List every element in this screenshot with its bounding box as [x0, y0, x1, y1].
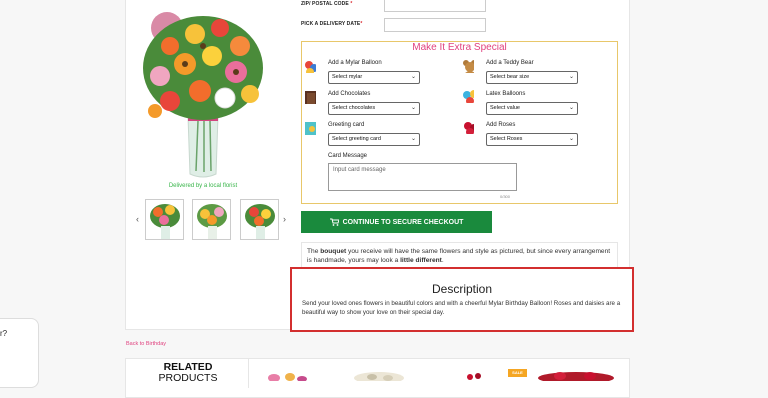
roses-icon — [464, 122, 474, 134]
chevron-down-icon: ⌄ — [568, 74, 574, 80]
mylar-label: Add a Mylar Balloon — [328, 60, 382, 66]
greeting-card-select[interactable]: Select greeting card ⌄ — [328, 133, 420, 146]
teddy-bear-label: Add a Teddy Bear — [486, 60, 534, 66]
card-message-input[interactable]: Input card message — [328, 163, 517, 191]
related-product-2-image[interactable] — [352, 368, 407, 381]
thumbnail-1[interactable] — [145, 199, 184, 240]
latex-balloons-select[interactable]: Select value ⌄ — [486, 102, 578, 115]
mylar-balloon-icon — [305, 61, 316, 73]
chevron-down-icon: ⌄ — [410, 105, 416, 111]
mylar-select[interactable]: Select mylar ⌄ — [328, 71, 420, 84]
delivery-date-input[interactable] — [384, 18, 486, 32]
chevron-down-icon: ⌄ — [568, 136, 574, 142]
card-message-counter: 0/300 — [500, 194, 511, 199]
related-product-1-image[interactable] — [262, 368, 312, 381]
zip-label: ZIP/ POSTAL CODE * — [301, 1, 353, 7]
local-florist-note: Delivered by a local florist — [168, 183, 238, 189]
sale-badge: SALE — [508, 369, 527, 377]
chat-widget-text: r? — [0, 329, 8, 338]
thumbnail-2[interactable] — [192, 199, 231, 240]
chocolates-icon — [305, 91, 316, 104]
chevron-down-icon: ⌄ — [410, 136, 416, 142]
latex-balloons-label: Latex Balloons — [486, 91, 526, 97]
card-message-label: Card Message — [328, 153, 368, 159]
related-divider — [248, 358, 249, 388]
extras-title: Make It Extra Special — [412, 42, 507, 53]
continue-checkout-button[interactable]: CONTINUE TO SECURE CHECKOUT — [301, 211, 492, 233]
chocolates-select[interactable]: Select chocolates ⌄ — [328, 102, 420, 115]
checkout-label: CONTINUE TO SECURE CHECKOUT — [342, 218, 464, 226]
related-product-4-image[interactable] — [535, 368, 617, 381]
related-product-3-image[interactable] — [450, 370, 500, 381]
cart-icon — [329, 218, 339, 226]
thumbnail-prev-arrow[interactable]: ‹ — [136, 214, 139, 224]
arrangement-note: The bouquet you receive will have the sa… — [301, 242, 618, 270]
chocolates-label: Add Chocolates — [328, 91, 371, 97]
description-text: Send your loved ones flowers in beautifu… — [302, 300, 621, 316]
roses-label: Add Roses — [486, 122, 516, 128]
delivery-date-label: PICK A DELIVERY DATE* — [301, 21, 363, 27]
description-panel: Description Send your loved ones flowers… — [290, 267, 634, 332]
greeting-card-icon — [305, 122, 316, 135]
chevron-down-icon: ⌄ — [410, 74, 416, 80]
chevron-down-icon: ⌄ — [568, 105, 574, 111]
greeting-card-label: Greeting card — [328, 122, 365, 128]
description-title: Description — [431, 282, 493, 296]
zip-input[interactable] — [384, 0, 486, 12]
teddy-bear-select[interactable]: Select bear size ⌄ — [486, 71, 578, 84]
teddy-bear-icon — [463, 60, 474, 73]
product-main-image[interactable] — [140, 6, 266, 179]
roses-select[interactable]: Select Roses ⌄ — [486, 133, 578, 146]
latex-balloons-icon — [463, 90, 474, 103]
back-to-category-link[interactable]: Back to Birthday — [126, 341, 166, 347]
thumbnail-3[interactable] — [240, 199, 279, 240]
thumbnail-next-arrow[interactable]: › — [283, 214, 286, 224]
